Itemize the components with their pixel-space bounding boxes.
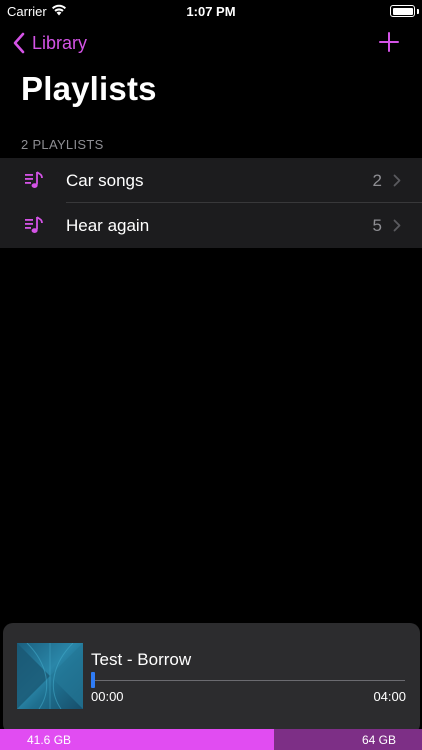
- album-artwork: [17, 643, 83, 709]
- battery-icon: [390, 5, 415, 17]
- back-button[interactable]: Library: [12, 30, 87, 56]
- chevron-right-icon: [393, 219, 401, 232]
- playlist-icon: [25, 216, 43, 233]
- storage-total-label: 64 GB: [361, 733, 396, 747]
- artwork-pattern: [17, 643, 83, 709]
- playlist-count: 5: [372, 216, 382, 235]
- battery-tip: [417, 9, 419, 14]
- playlist-count: 2: [372, 171, 382, 190]
- storage-used-label: 41.6 GB: [27, 733, 72, 747]
- track-title: Test - Borrow: [91, 650, 192, 669]
- progress-slider[interactable]: [91, 672, 405, 697]
- clock: 1:07 PM: [186, 4, 236, 19]
- page-title: Playlists: [21, 70, 157, 107]
- chevron-left-icon: [13, 32, 25, 54]
- back-label: Library: [32, 32, 88, 53]
- list-item[interactable]: Hear again 5: [0, 203, 422, 248]
- playlist-icon: [25, 171, 43, 188]
- playlist-name: Car songs: [66, 171, 144, 190]
- list-item[interactable]: Car songs 2: [0, 158, 422, 203]
- total-time: 04:00: [373, 689, 406, 704]
- plus-icon[interactable]: [378, 31, 400, 53]
- elapsed-time: 00:00: [91, 689, 124, 704]
- playlist-list: Car songs 2 Hear again 5: [0, 158, 422, 248]
- storage-bar: 41.6 GB 64 GB: [0, 729, 422, 750]
- progress-track: [91, 680, 405, 681]
- playlist-name: Hear again: [66, 216, 150, 235]
- progress-thumb[interactable]: [91, 672, 95, 688]
- section-header: 2 PLAYLISTS: [21, 137, 104, 152]
- chevron-right-icon: [393, 174, 401, 187]
- mini-player[interactable]: Test - Borrow 00:00 04:00: [3, 623, 420, 734]
- status-bar: Carrier 1:07 PM: [0, 0, 422, 24]
